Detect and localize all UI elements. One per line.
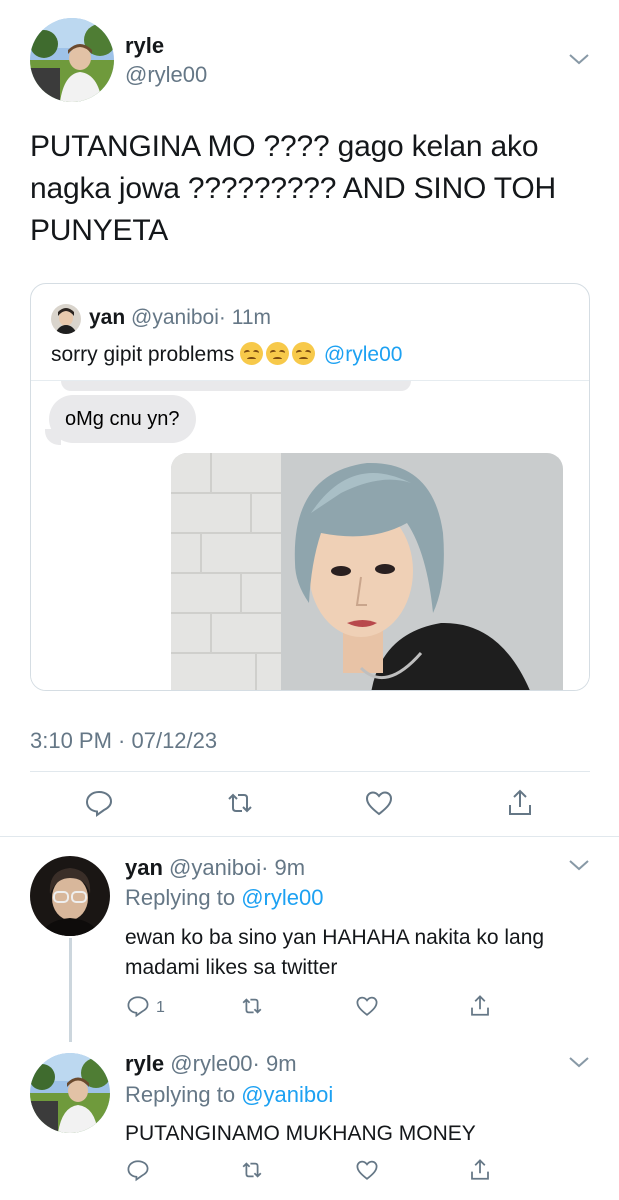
- chevron-down-icon[interactable]: [568, 858, 590, 872]
- quoted-author-handle: @yaniboi: [131, 306, 219, 329]
- reply-icon[interactable]: [126, 1158, 150, 1182]
- author-handle[interactable]: @ryle00: [125, 62, 207, 88]
- like-icon[interactable]: [355, 1158, 379, 1182]
- author-name[interactable]: ryle: [125, 33, 164, 59]
- reply-count: 1: [156, 999, 165, 1016]
- share-icon[interactable]: [505, 788, 535, 818]
- share-icon[interactable]: [468, 1158, 492, 1182]
- author-name[interactable]: ryle: [125, 1051, 164, 1076]
- quoted-text: sorry gipit problems @ryle00: [51, 342, 402, 367]
- quoted-text-body: sorry gipit problems: [51, 343, 235, 366]
- disappointed-face-emoji: [266, 342, 290, 365]
- author-handle[interactable]: @ryle00: [170, 1051, 252, 1076]
- reply-icon[interactable]: [126, 994, 150, 1018]
- quoted-author-name: yan: [89, 306, 126, 329]
- author-handle[interactable]: @yaniboi: [169, 855, 261, 880]
- replying-to-link[interactable]: @ryle00: [241, 885, 323, 910]
- attached-photo[interactable]: [171, 453, 563, 690]
- chevron-down-icon[interactable]: [568, 1055, 590, 1069]
- replying-to-label: Replying to: [125, 885, 236, 910]
- avatar[interactable]: [30, 856, 110, 936]
- reply-age: · 9m: [252, 1051, 297, 1076]
- disappointed-face-emoji: [292, 342, 316, 365]
- quoted-age: · 11m: [218, 306, 272, 329]
- like-icon[interactable]: [355, 994, 379, 1018]
- message-bubble: oMg cnu yn?: [49, 395, 196, 443]
- quoted-media[interactable]: oMg cnu yn?: [31, 380, 589, 690]
- retweet-icon[interactable]: [240, 994, 264, 1018]
- retweet-icon[interactable]: [225, 788, 255, 818]
- divider: [30, 771, 590, 772]
- quoted-tweet[interactable]: yan @yaniboi· 11m sorry gipit problems @…: [30, 283, 590, 691]
- replying-to-label: Replying to: [125, 1082, 236, 1107]
- chevron-down-icon[interactable]: [568, 52, 590, 66]
- avatar[interactable]: [30, 18, 114, 102]
- reply-text: ewan ko ba sino yan HAHAHA nakita ko lan…: [125, 926, 545, 979]
- message-bubble: [61, 381, 411, 391]
- avatar: [51, 304, 81, 334]
- share-icon[interactable]: [468, 994, 492, 1018]
- reply-icon[interactable]: [84, 788, 114, 818]
- thread-line: [69, 938, 72, 1042]
- like-icon[interactable]: [364, 788, 394, 818]
- reply-age: · 9m: [261, 855, 306, 880]
- divider: [0, 836, 619, 837]
- retweet-icon[interactable]: [240, 1158, 264, 1182]
- author-name[interactable]: yan: [125, 855, 163, 880]
- mention-link[interactable]: @ryle00: [324, 343, 403, 366]
- tweet-text: PUTANGINA MO ???? gago kelan ako nagka j…: [30, 130, 556, 247]
- tweet-timestamp[interactable]: 3:10 PM · 07/12/23: [30, 728, 217, 754]
- replying-to-link[interactable]: @yaniboi: [241, 1082, 333, 1107]
- reply-text: PUTANGINAMO MUKHANG MONEY: [125, 1122, 476, 1145]
- avatar[interactable]: [30, 1053, 110, 1133]
- disappointed-face-emoji: [240, 342, 264, 365]
